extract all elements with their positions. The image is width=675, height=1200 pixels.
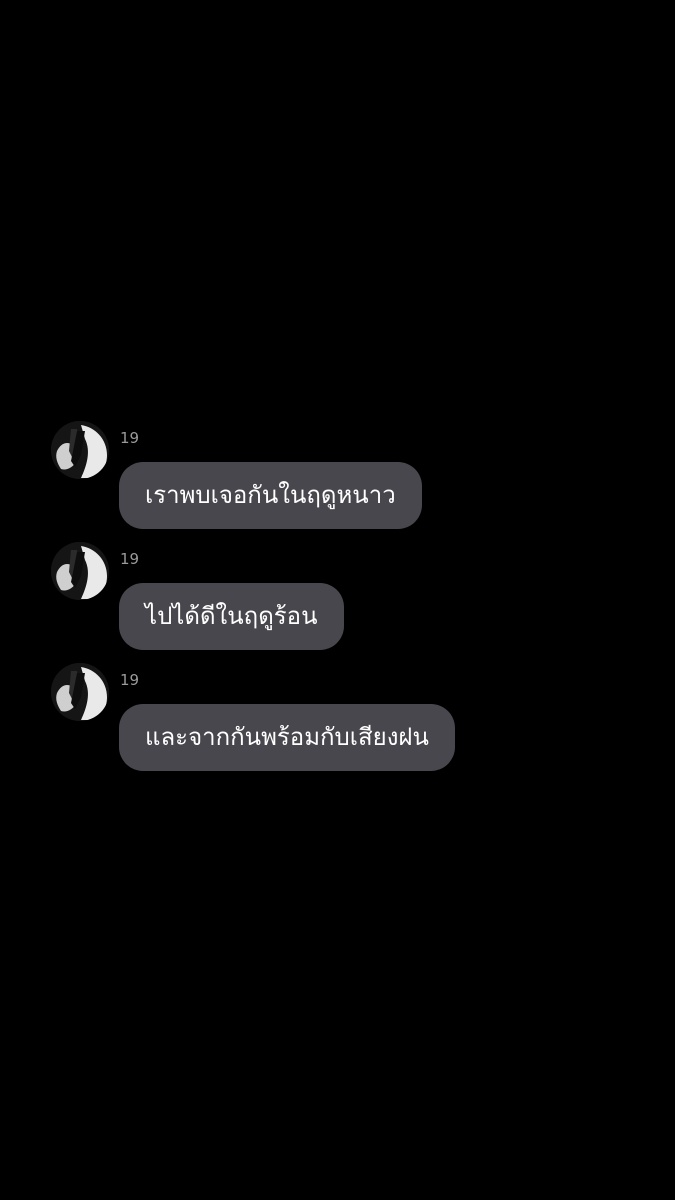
sender-name: 19 bbox=[120, 671, 140, 689]
avatar-icon[interactable] bbox=[51, 663, 109, 721]
message-bubble[interactable]: และจากกันพร้อมกับเสียงฝน bbox=[119, 704, 455, 771]
sender-name: 19 bbox=[120, 429, 140, 447]
chat-screen: 19 เราพบเจอกันในฤดูหนาว 19 ไปได้ดีในฤดูร… bbox=[0, 0, 675, 1200]
message-bubble[interactable]: เราพบเจอกันในฤดูหนาว bbox=[119, 462, 422, 529]
message-bubble[interactable]: ไปได้ดีในฤดูร้อน bbox=[119, 583, 344, 650]
message-group: 19 ไปได้ดีในฤดูร้อน bbox=[0, 542, 675, 654]
message-group: 19 เราพบเจอกันในฤดูหนาว bbox=[0, 421, 675, 533]
avatar-icon[interactable] bbox=[51, 421, 109, 479]
sender-name: 19 bbox=[120, 550, 140, 568]
message-group: 19 และจากกันพร้อมกับเสียงฝน bbox=[0, 663, 675, 775]
avatar-icon[interactable] bbox=[51, 542, 109, 600]
